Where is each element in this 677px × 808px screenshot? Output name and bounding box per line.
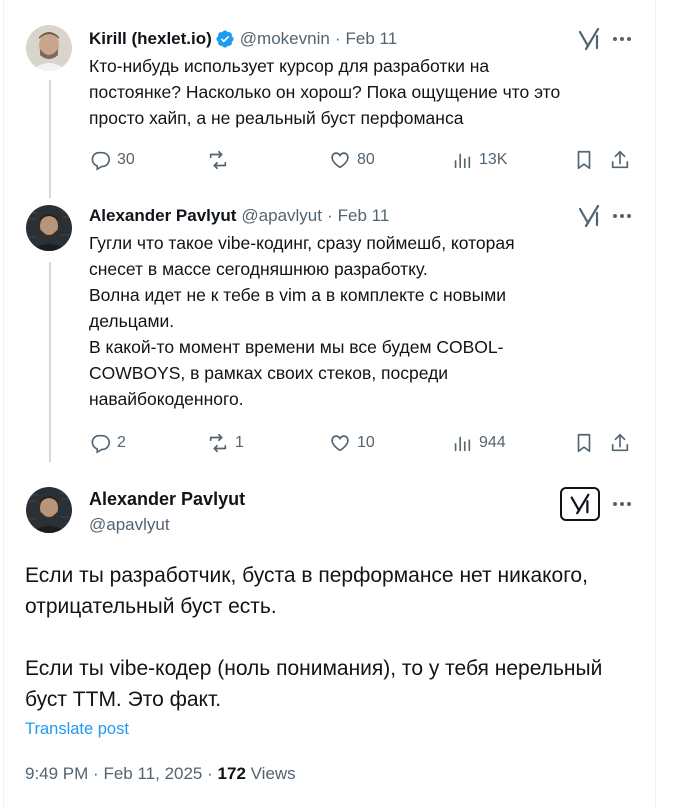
- tweet[interactable]: Kirill (hexlet.io) @mokevnin · Feb 11 Кт…: [89, 28, 633, 131]
- repost-button[interactable]: [207, 147, 235, 173]
- like-icon: [331, 435, 349, 452]
- share-icon: [611, 150, 629, 169]
- separator-dot: ·: [326, 206, 333, 225]
- reply-count: 30: [117, 151, 135, 168]
- thread-line: [49, 262, 51, 462]
- grok-button[interactable]: [560, 487, 600, 521]
- tweet-date[interactable]: Feb 11: [338, 206, 390, 226]
- repost-icon: [209, 150, 227, 170]
- reply-icon: [91, 434, 110, 454]
- bookmark-icon: [577, 150, 591, 170]
- views-button[interactable]: 944: [451, 430, 506, 456]
- like-count: 80: [357, 151, 375, 168]
- more-icon[interactable]: [610, 27, 634, 51]
- tweet-meta: 9:49 PM · Feb 11, 2025 · 172 Views: [25, 764, 296, 784]
- tweet-text: Гугли что такое vibe-кодинг, сразу пойме…: [89, 233, 515, 409]
- post-date[interactable]: Feb 11, 2025: [103, 764, 202, 783]
- repost-icon: [209, 433, 227, 453]
- views-count: 13K: [479, 151, 508, 168]
- like-count: 10: [357, 434, 375, 451]
- bookmark-button[interactable]: [573, 147, 595, 173]
- main-tweet-text: Если ты разработчик, буста в перформансе…: [25, 564, 603, 711]
- author-handle[interactable]: @apavlyut: [89, 515, 170, 535]
- views-count: 944: [479, 434, 506, 451]
- share-button[interactable]: [609, 147, 631, 173]
- tweet-header: Alexander Pavlyut @apavlyut · Feb 11: [89, 205, 633, 227]
- more-icon[interactable]: [610, 492, 634, 516]
- avatar[interactable]: [26, 25, 72, 71]
- bookmark-icon: [577, 433, 591, 453]
- views-icon: [454, 153, 471, 169]
- more-icon[interactable]: [610, 204, 634, 228]
- separator-dot: ·: [93, 764, 99, 783]
- separator-dot: ·: [334, 29, 341, 48]
- thread-line: [49, 80, 51, 198]
- grok-icon[interactable]: [576, 26, 602, 52]
- author-name[interactable]: Alexander Pavlyut: [89, 489, 245, 510]
- share-icon: [611, 433, 629, 452]
- reply-count: 2: [117, 434, 126, 451]
- repost-count: 1: [235, 434, 244, 451]
- reply-button[interactable]: 30: [89, 147, 135, 173]
- reply-button[interactable]: 2: [89, 430, 126, 456]
- avatar[interactable]: [26, 487, 72, 533]
- views-button[interactable]: 13K: [451, 147, 507, 173]
- tweet-text: Кто-нибудь использует курсор для разрабо…: [89, 56, 561, 128]
- author-name[interactable]: Alexander Pavlyut: [89, 206, 236, 226]
- tweet-actions: 30 80 13K: [89, 147, 637, 173]
- translate-link[interactable]: Translate post: [25, 720, 129, 739]
- reply-icon: [91, 151, 110, 171]
- grok-icon: [570, 493, 590, 515]
- author-name[interactable]: Kirill (hexlet.io): [89, 29, 212, 49]
- separator-dot: ·: [207, 764, 213, 783]
- avatar[interactable]: [26, 205, 72, 251]
- author-handle[interactable]: @mokevnin: [240, 29, 330, 49]
- author-handle[interactable]: @apavlyut: [241, 206, 322, 226]
- tweet-actions: 2 1 10 944: [89, 430, 637, 456]
- verified-badge-icon: [215, 29, 235, 49]
- bookmark-button[interactable]: [573, 430, 595, 456]
- views-icon: [454, 436, 471, 452]
- views-label: Views: [250, 764, 296, 783]
- repost-button[interactable]: 1: [207, 430, 244, 456]
- grok-icon[interactable]: [576, 203, 602, 229]
- like-button[interactable]: 10: [329, 430, 375, 456]
- like-button[interactable]: 80: [329, 147, 375, 173]
- post-time[interactable]: 9:49 PM: [25, 764, 88, 783]
- share-button[interactable]: [609, 430, 631, 456]
- tweet-header: Kirill (hexlet.io) @mokevnin · Feb 11: [89, 28, 633, 50]
- views-count: 172: [217, 764, 246, 783]
- tweet-date[interactable]: Feb 11: [345, 29, 397, 49]
- tweet[interactable]: Alexander Pavlyut @apavlyut · Feb 11 Гуг…: [89, 205, 633, 412]
- like-icon: [331, 152, 349, 169]
